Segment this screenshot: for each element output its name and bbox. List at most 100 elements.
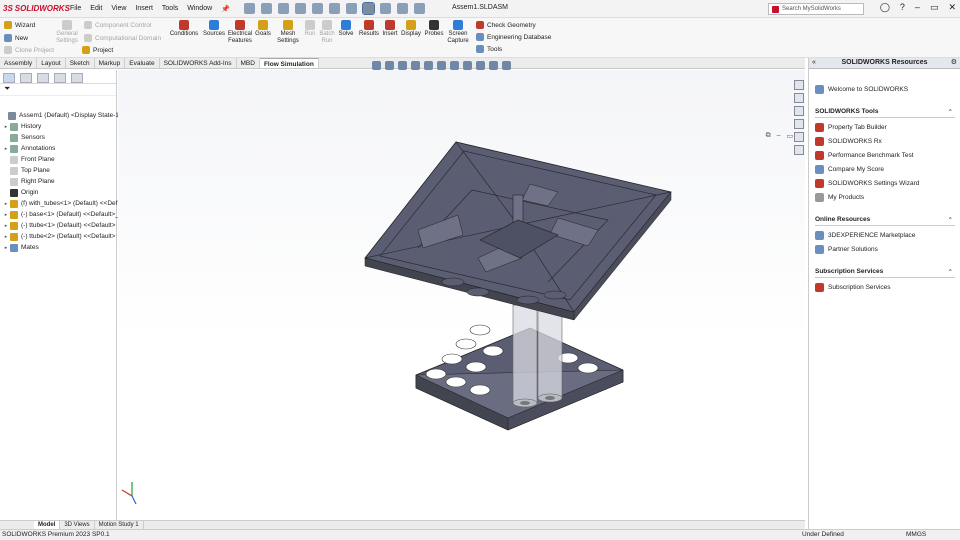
menu-file[interactable]: File bbox=[70, 5, 81, 13]
expand-arrow-icon[interactable]: ▸ bbox=[2, 212, 10, 218]
collapse-caret-icon[interactable]: ⌃ bbox=[948, 268, 953, 276]
collapse-caret-icon[interactable]: ⌃ bbox=[948, 108, 953, 116]
display-style-icon[interactable] bbox=[450, 61, 459, 70]
expand-arrow-icon[interactable]: ▸ bbox=[2, 245, 10, 251]
menu-window[interactable]: Window bbox=[187, 5, 212, 13]
check-geometry-button[interactable]: Check Geometry bbox=[476, 21, 536, 29]
redo-icon[interactable] bbox=[345, 3, 357, 14]
apply-scene-icon[interactable] bbox=[489, 61, 498, 70]
clone-project-button[interactable]: Clone Project bbox=[4, 46, 54, 54]
tile-icon[interactable]: ⧉ bbox=[766, 132, 771, 140]
resources-tab-icon[interactable] bbox=[794, 80, 804, 90]
task-pane-section-header[interactable]: SOLIDWORKS Tools ⌃ bbox=[815, 108, 955, 118]
probes-button[interactable]: Probes bbox=[424, 20, 444, 38]
model-viewport[interactable] bbox=[118, 70, 805, 520]
top-tray[interactable] bbox=[364, 141, 672, 321]
tree-item[interactable]: ▸ (-) ttube<1> (Default) <<Default> bbox=[0, 220, 115, 231]
mesh-settings-button[interactable]: Mesh Settings bbox=[275, 20, 301, 45]
viewport-minimize-icon[interactable]: – bbox=[777, 132, 781, 140]
zoom-fit-icon[interactable] bbox=[372, 61, 381, 70]
results-button[interactable]: Results bbox=[358, 20, 380, 38]
open-icon[interactable] bbox=[277, 3, 289, 14]
task-pane-section-header[interactable]: Subscription Services ⌃ bbox=[815, 268, 955, 278]
tree-item[interactable]: ▸ Mates bbox=[0, 242, 39, 253]
custom-properties-tab-icon[interactable] bbox=[794, 145, 804, 155]
tab-layout[interactable]: Layout bbox=[37, 58, 66, 68]
tree-item[interactable]: Origin bbox=[0, 187, 38, 198]
options-gear-icon[interactable] bbox=[413, 3, 425, 14]
sources-button[interactable]: Sources bbox=[202, 20, 226, 38]
file-explorer-tab-icon[interactable] bbox=[794, 106, 804, 116]
file-properties-icon[interactable] bbox=[396, 3, 408, 14]
zoom-area-icon[interactable] bbox=[385, 61, 394, 70]
task-pane-link[interactable]: Performance Benchmark Test bbox=[815, 150, 914, 160]
task-pane-link[interactable]: 3DEXPERIENCE Marketplace bbox=[815, 230, 915, 240]
display-manager-tab-icon[interactable] bbox=[71, 73, 83, 83]
expand-arrow-icon[interactable]: ▸ bbox=[2, 234, 10, 240]
print-icon[interactable] bbox=[311, 3, 323, 14]
conditions-button[interactable]: Conditions bbox=[168, 20, 200, 38]
property-manager-tab-icon[interactable] bbox=[20, 73, 32, 83]
design-library-tab-icon[interactable] bbox=[794, 93, 804, 103]
menu-edit[interactable]: Edit bbox=[90, 5, 102, 13]
expand-arrow-icon[interactable]: ▸ bbox=[2, 201, 10, 207]
task-pane-link[interactable]: Subscription Services bbox=[815, 282, 891, 292]
new-project-button[interactable]: New bbox=[4, 34, 28, 42]
expand-arrow-icon[interactable]: ▸ bbox=[2, 124, 10, 130]
view-settings-icon[interactable] bbox=[502, 61, 511, 70]
close-icon[interactable]: ✕ bbox=[948, 2, 956, 13]
tree-item[interactable]: ▸ History bbox=[0, 121, 41, 132]
task-pane-link[interactable]: Property Tab Builder bbox=[815, 122, 887, 132]
solidworks-logo[interactable]: 3S SOLIDWORKS bbox=[0, 4, 70, 13]
graphics-area[interactable]: ⧉ – ▭ ✕ bbox=[118, 61, 805, 520]
tab-sketch[interactable]: Sketch bbox=[66, 58, 95, 68]
configuration-manager-tab-icon[interactable] bbox=[37, 73, 49, 83]
new-document-icon[interactable] bbox=[260, 3, 272, 14]
tree-item[interactable]: ▸ Annotations bbox=[0, 143, 55, 154]
expand-arrow-icon[interactable]: ▸ bbox=[2, 223, 10, 229]
help-icon[interactable]: ? bbox=[900, 2, 905, 13]
view-palette-tab-icon[interactable] bbox=[794, 119, 804, 129]
tab-assembly[interactable]: Assembly bbox=[0, 58, 38, 68]
computational-domain-button[interactable]: Computational Domain bbox=[84, 34, 161, 42]
task-pane-link[interactable]: SOLIDWORKS Rx bbox=[815, 136, 882, 146]
feature-manager-tab-icon[interactable] bbox=[3, 73, 15, 83]
run-button[interactable]: Run bbox=[303, 20, 317, 38]
engineering-database-button[interactable]: Engineering Database bbox=[476, 33, 551, 41]
traffic-light-icon[interactable] bbox=[379, 3, 391, 14]
collapse-caret-icon[interactable]: ⌃ bbox=[948, 216, 953, 224]
home-icon[interactable] bbox=[243, 3, 255, 14]
tab-mbd[interactable]: MBD bbox=[237, 58, 260, 68]
goals-button[interactable]: Goals bbox=[254, 20, 272, 38]
batch-run-button[interactable]: Batch Run bbox=[318, 20, 336, 45]
component-control-button[interactable]: Component Control bbox=[84, 21, 151, 29]
appearances-tab-icon[interactable] bbox=[794, 132, 804, 142]
task-pane-link[interactable]: My Products bbox=[815, 192, 864, 202]
user-icon[interactable]: ◯ bbox=[880, 2, 890, 13]
tree-item[interactable]: ▸ (f) with_tubes<1> (Default) <<Def bbox=[0, 198, 117, 209]
tree-item[interactable]: ▸ (-) base<1> (Default) <<Default>_ bbox=[0, 209, 119, 220]
edit-appearance-icon[interactable] bbox=[476, 61, 485, 70]
tree-item[interactable]: Sensors bbox=[0, 132, 45, 143]
task-pane-section-header[interactable]: Online Resources ⌃ bbox=[815, 216, 955, 226]
tree-item[interactable]: ▸ (-) ttube<2> (Default) <<Default> bbox=[0, 231, 115, 242]
select-icon[interactable] bbox=[361, 2, 375, 15]
hide-show-icon[interactable] bbox=[463, 61, 472, 70]
collapse-icon[interactable]: « bbox=[812, 58, 816, 68]
units-selector[interactable]: MMGS bbox=[906, 530, 926, 540]
dimxpert-tab-icon[interactable] bbox=[54, 73, 66, 83]
menu-tools[interactable]: Tools bbox=[162, 5, 178, 13]
task-pane-link[interactable]: Compare My Score bbox=[815, 164, 884, 174]
minimize-icon[interactable]: – bbox=[915, 2, 920, 13]
restore-icon[interactable]: ▭ bbox=[930, 2, 939, 13]
tree-item[interactable]: Right Plane bbox=[0, 176, 55, 187]
screen-capture-button[interactable]: Screen Capture bbox=[446, 20, 470, 45]
filter-icon[interactable]: ⏷ bbox=[0, 84, 116, 96]
tab-3d-views[interactable]: 3D Views bbox=[60, 521, 95, 529]
solve-button[interactable]: Solve bbox=[337, 20, 355, 38]
welcome-link[interactable]: Welcome to SOLIDWORKS bbox=[815, 84, 908, 94]
section-view-icon[interactable] bbox=[411, 61, 420, 70]
pin-icon[interactable]: 📌 bbox=[221, 5, 230, 13]
insert-button[interactable]: Insert bbox=[381, 20, 399, 38]
project-dropdown[interactable]: Project bbox=[82, 46, 113, 54]
